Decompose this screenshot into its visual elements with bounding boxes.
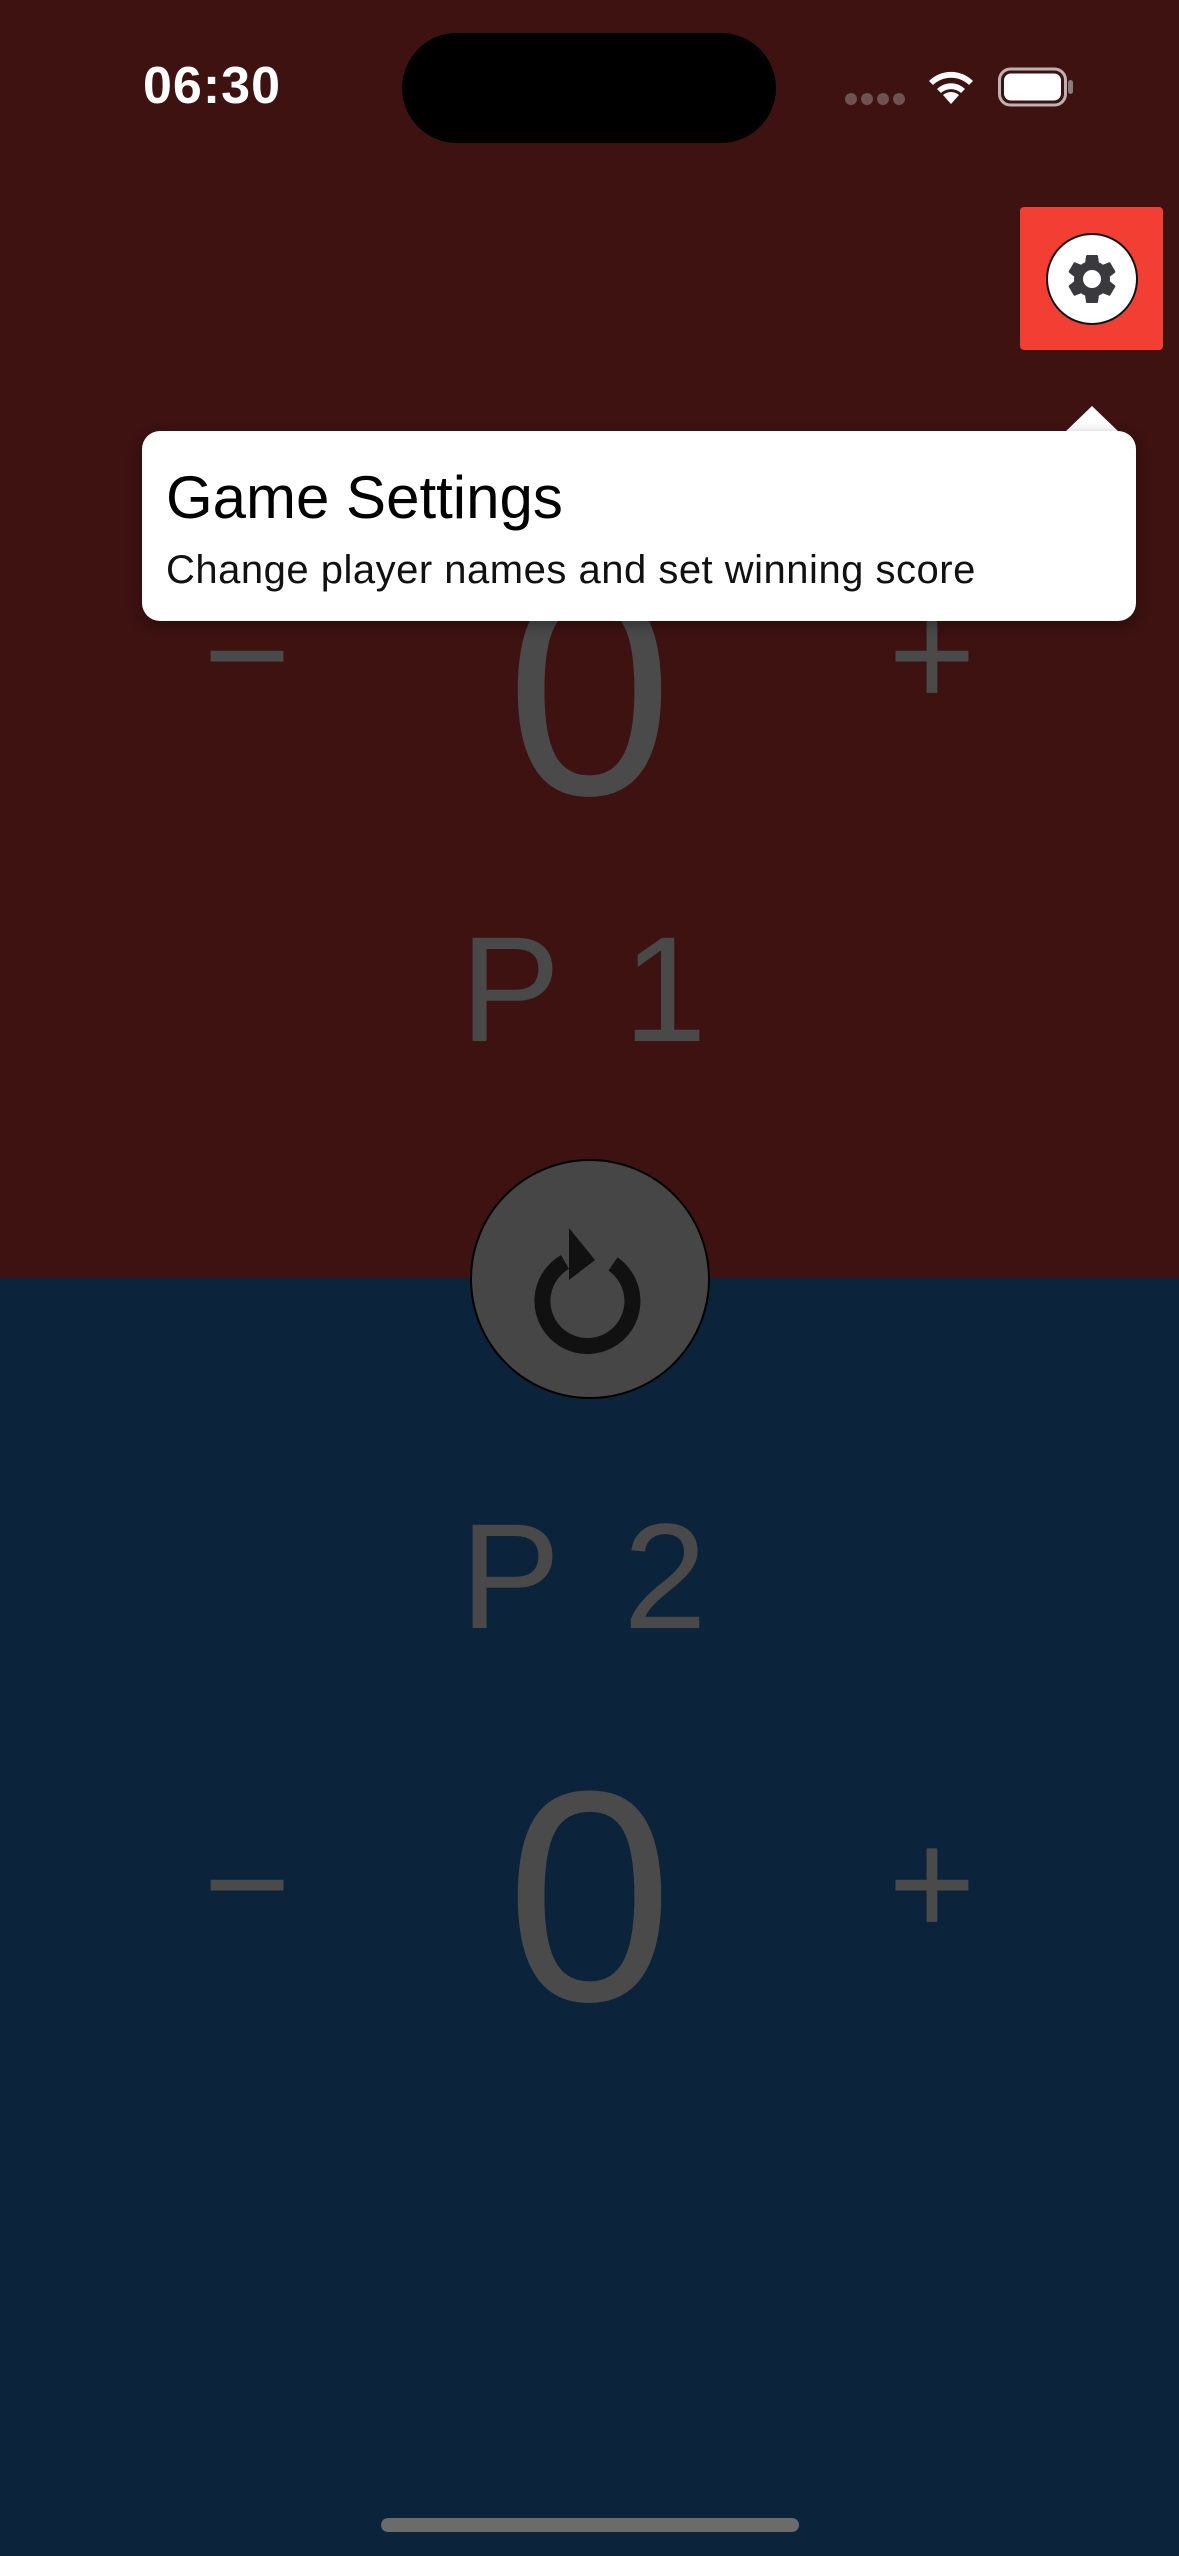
tooltip-arrow <box>1064 406 1120 433</box>
tooltip-title: Game Settings <box>166 464 563 531</box>
battery-icon <box>998 67 1074 107</box>
player-2-decrement-button[interactable]: − <box>177 1808 317 1958</box>
tooltip-subtitle: Change player names and set winning scor… <box>166 548 976 592</box>
player-2-name: P 2 <box>460 1492 719 1660</box>
gear-icon <box>1045 232 1138 325</box>
status-time: 06:30 <box>143 57 281 115</box>
home-indicator <box>381 2518 799 2532</box>
wifi-icon <box>925 66 977 106</box>
dynamic-island <box>402 33 776 143</box>
reset-button[interactable] <box>470 1159 710 1399</box>
player-1-name: P 1 <box>460 905 719 1073</box>
reset-icon <box>534 1228 641 1354</box>
settings-button[interactable] <box>1020 207 1163 350</box>
cellular-icon <box>845 93 905 107</box>
settings-tooltip[interactable]: Game Settings Change player names and se… <box>142 431 1136 621</box>
player-2-increment-button[interactable]: + <box>862 1808 1002 1958</box>
